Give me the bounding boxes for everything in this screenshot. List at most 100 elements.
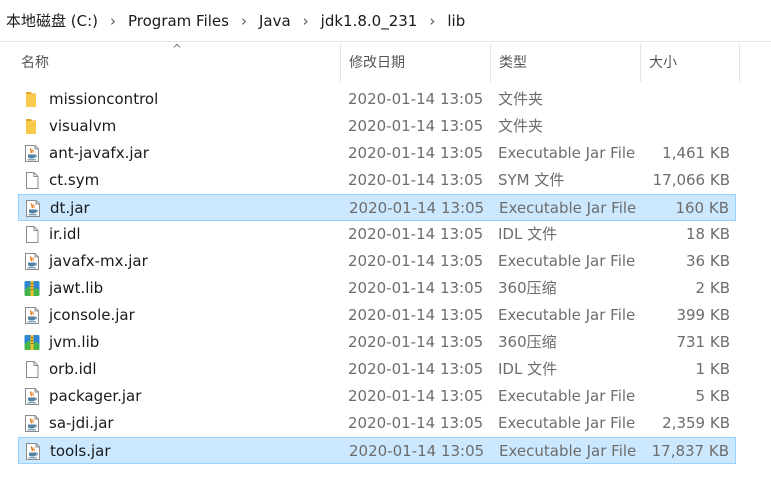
file-name: ct.sym [49,171,100,189]
file-modified-date: 2020-01-14 13:05 [348,360,484,378]
file-name: ir.idl [49,225,81,243]
breadcrumb-item-java[interactable]: Java [257,12,293,30]
sort-ascending-icon: ^ [172,42,183,56]
file-row[interactable]: sa-jdi.jar 2020-01-14 13:05 Executable Jar… [18,410,736,437]
file-type: SYM 文件 [498,171,565,189]
blank-file-icon [23,171,41,190]
file-name: tools.jar [50,442,111,460]
file-size: 1,461 KB [662,144,730,162]
breadcrumb-item-jdk[interactable]: jdk1.8.0_231 [319,12,420,30]
file-type: Executable Jar File [498,252,636,270]
column-header-type[interactable]: 类型 [490,44,640,82]
file-name: packager.jar [49,387,142,405]
file-row[interactable]: jconsole.jar 2020-01-14 13:05 Executable J… [18,302,736,329]
file-name: orb.idl [49,360,97,378]
file-type: Executable Jar File [498,387,636,405]
archive-icon [23,279,41,298]
file-type: Executable Jar File [498,306,636,324]
file-name: sa-jdi.jar [49,414,114,432]
file-type: Executable Jar File [499,199,637,217]
breadcrumb-separator-icon[interactable]: › [100,12,126,30]
file-row[interactable]: orb.idl 2020-01-14 13:05 IDL 文件 1 KB [18,356,736,383]
file-row[interactable]: missioncontrol 2020-01-14 13:05 文件夹 [18,86,736,113]
column-header-size[interactable]: 大小 [640,44,740,82]
file-modified-date: 2020-01-14 13:05 [348,414,484,432]
file-modified-date: 2020-01-14 13:05 [348,171,484,189]
blank-file-icon [23,360,41,379]
file-row[interactable]: packager.jar 2020-01-14 13:05 Executable J… [18,383,736,410]
file-row[interactable]: ct.sym 2020-01-14 13:05 SYM 文件 17,066 KB [18,167,736,194]
file-modified-date: 2020-01-14 13:05 [348,144,484,162]
file-name: dt.jar [50,199,90,217]
file-size: 17,837 KB [651,442,729,460]
file-row[interactable]: tools.jar 2020-01-14 13:05 Executable Jar … [18,437,736,464]
file-modified-date: 2020-01-14 13:05 [348,306,484,324]
file-type: 文件夹 [498,90,544,108]
file-type: 文件夹 [498,117,544,135]
column-header-row: ^ 名称 修改日期 类型 大小 [14,42,740,82]
breadcrumb-separator-icon[interactable]: › [293,12,319,30]
file-modified-date: 2020-01-14 13:05 [349,442,485,460]
file-size: 2,359 KB [662,414,730,432]
file-size: 2 KB [695,279,730,297]
file-list: missioncontrol 2020-01-14 13:05 文件夹 visualv… [18,86,736,464]
java-jar-icon [23,144,41,163]
breadcrumb-separator-icon[interactable]: › [419,12,445,30]
java-jar-icon [23,252,41,271]
file-type: Executable Jar File [499,442,637,460]
column-header-name[interactable]: ^ 名称 [14,42,340,82]
column-header-size-label: 大小 [649,55,677,71]
breadcrumb-item-lib[interactable]: lib [445,12,467,30]
file-size: 160 KB [675,199,729,217]
column-header-date-label: 修改日期 [349,55,405,71]
archive-icon [23,333,41,352]
file-size: 731 KB [676,333,730,351]
breadcrumb: 本地磁盘 (C:) › Program Files › Java › jdk1.… [0,0,771,42]
breadcrumb-item-local-disk[interactable]: 本地磁盘 (C:) [4,10,100,31]
file-modified-date: 2020-01-14 13:05 [348,387,484,405]
file-modified-date: 2020-01-14 13:05 [348,333,484,351]
file-size: 17,066 KB [652,171,730,189]
blank-file-icon [23,225,41,244]
file-size: 5 KB [695,387,730,405]
java-jar-icon [24,199,42,218]
folder-icon [23,117,41,136]
column-header-date[interactable]: 修改日期 [340,44,490,82]
file-type: IDL 文件 [498,360,558,378]
file-modified-date: 2020-01-14 13:05 [348,252,484,270]
folder-icon [23,90,41,109]
file-name: jconsole.jar [49,306,135,324]
file-name: jawt.lib [49,279,104,297]
file-size: 36 KB [686,252,730,270]
file-modified-date: 2020-01-14 13:05 [348,279,484,297]
file-name: missioncontrol [49,90,159,108]
file-modified-date: 2020-01-14 13:05 [348,117,484,135]
file-name: javafx-mx.jar [49,252,148,270]
file-type: Executable Jar File [498,144,636,162]
file-row[interactable]: ir.idl 2020-01-14 13:05 IDL 文件 18 KB [18,221,736,248]
java-jar-icon [24,442,42,461]
file-modified-date: 2020-01-14 13:05 [348,90,484,108]
file-row[interactable]: jvm.lib 2020-01-14 13:05 360压缩 731 KB [18,329,736,356]
java-jar-icon [23,306,41,325]
file-row[interactable]: ant-javafx.jar 2020-01-14 13:05 Executable… [18,140,736,167]
file-size: 399 KB [676,306,730,324]
file-size: 1 KB [695,360,730,378]
java-jar-icon [23,387,41,406]
file-row[interactable]: dt.jar 2020-01-14 13:05 Executable Jar Fil… [18,194,736,221]
file-row[interactable]: jawt.lib 2020-01-14 13:05 360压缩 2 KB [18,275,736,302]
column-header-type-label: 类型 [499,55,527,71]
file-size: 18 KB [686,225,730,243]
file-name: visualvm [49,117,117,135]
breadcrumb-separator-icon[interactable]: › [231,12,257,30]
file-type: IDL 文件 [498,225,558,243]
java-jar-icon [23,414,41,433]
file-name: ant-javafx.jar [49,144,149,162]
file-row[interactable]: visualvm 2020-01-14 13:05 文件夹 [18,113,736,140]
breadcrumb-item-program-files[interactable]: Program Files [126,12,231,30]
file-type: 360压缩 [498,279,557,297]
column-header-name-label: 名称 [21,55,49,71]
file-type: 360压缩 [498,333,557,351]
file-row[interactable]: javafx-mx.jar 2020-01-14 13:05 Executable … [18,248,736,275]
file-modified-date: 2020-01-14 13:05 [349,199,485,217]
